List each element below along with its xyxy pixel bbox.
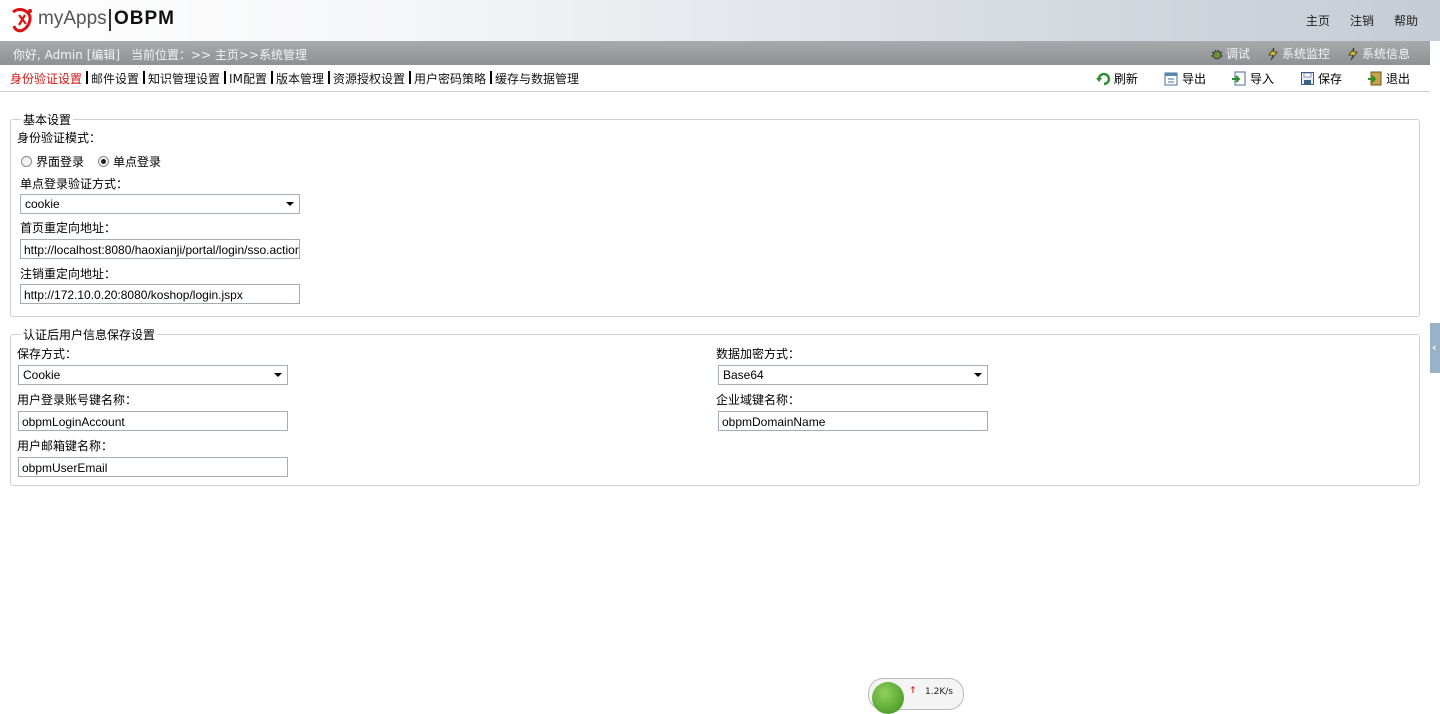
encrypt-mode-select[interactable]: Base64 <box>718 365 988 385</box>
breadcrumb: 当前位置：>> 主页>>系统管理 <box>131 48 308 62</box>
nav-help-link[interactable]: 帮助 <box>1394 12 1418 29</box>
account-key-input[interactable]: obpmLoginAccount <box>18 411 288 431</box>
refresh-icon <box>1095 72 1110 86</box>
tab-bar: 身份验证设置 邮件设置 知识管理设置 IM配置 版本管理 资源授权设置 用户密码… <box>0 65 1430 92</box>
system-links: 调试 系统监控 系统信息 <box>1210 45 1410 62</box>
lightning-icon <box>1348 47 1358 60</box>
basic-settings-legend: 基本设置 <box>21 111 74 128</box>
save-mode-select[interactable]: Cookie <box>18 365 288 385</box>
tab-auth-settings[interactable]: 身份验证设置 <box>10 70 82 87</box>
tab-divider <box>270 71 273 84</box>
nav-logout-link[interactable]: 注销 <box>1350 12 1374 29</box>
settings-tabs: 身份验证设置 邮件设置 知识管理设置 IM配置 版本管理 资源授权设置 用户密码… <box>10 70 579 87</box>
save-label: 保存 <box>1317 72 1342 86</box>
nav-home-link[interactable]: 主页 <box>1306 12 1330 29</box>
basic-settings-fieldset: 基本设置 身份验证模式： 界面登录 单点登录 单点登录验证方式： cookie … <box>10 111 1420 317</box>
tab-divider <box>490 71 492 84</box>
bug-icon <box>1210 49 1223 59</box>
system-info-link[interactable]: 系统信息 <box>1346 45 1410 62</box>
export-label: 导出 <box>1181 72 1206 86</box>
tab-divider <box>224 71 227 84</box>
status-bar: 你好, Admin [编辑] 当前位置：>> 主页>>系统管理 调试 系统监控 … <box>0 41 1430 65</box>
upload-arrow-icon: ↑ <box>909 686 917 696</box>
radio-sso-login[interactable] <box>98 156 110 167</box>
tab-mail-settings[interactable]: 邮件设置 <box>91 70 139 87</box>
logout-redirect-input[interactable]: http://172.10.0.20:8080/koshop/login.jsp… <box>20 284 300 304</box>
logo-icon <box>12 8 32 33</box>
debug-label: 调试 <box>1225 47 1250 61</box>
network-ball-icon <box>872 682 904 714</box>
tab-cache-data[interactable]: 缓存与数据管理 <box>495 70 579 87</box>
logo-text: myApps <box>38 8 107 29</box>
tab-divider <box>143 71 146 84</box>
exit-button[interactable]: 退出 <box>1367 70 1410 87</box>
export-button[interactable]: 导出 <box>1164 70 1206 87</box>
domain-key-input[interactable]: obpmDomainName <box>718 411 988 431</box>
sso-method-select[interactable]: cookie <box>20 194 300 214</box>
encrypt-mode-value: Base64 <box>723 368 764 382</box>
radio-sso-login-label[interactable]: 单点登录 <box>113 153 161 170</box>
network-speed-widget[interactable]: ↑ 1.2K/s <box>868 678 964 714</box>
sso-method-label: 单点登录验证方式： <box>20 177 129 191</box>
user-greeting[interactable]: 你好, Admin [编辑] <box>13 46 120 63</box>
export-icon <box>1164 72 1178 86</box>
refresh-button[interactable]: 刷新 <box>1095 70 1138 87</box>
logo-divider <box>109 9 111 31</box>
import-label: 导入 <box>1249 72 1274 86</box>
radio-ui-login[interactable] <box>21 156 32 167</box>
system-info-label: 系统信息 <box>1361 47 1410 61</box>
exit-label: 退出 <box>1385 72 1410 86</box>
tab-resource-authorization[interactable]: 资源授权设置 <box>333 70 405 87</box>
tab-divider <box>408 71 411 84</box>
auth-mode-label: 身份验证模式： <box>17 131 102 145</box>
auth-mode-radio-group: 界面登录 单点登录 <box>21 153 161 170</box>
chevron-down-icon <box>274 373 282 377</box>
side-panel-toggle[interactable]: ‹ <box>1430 323 1440 373</box>
save-icon <box>1300 72 1314 85</box>
encrypt-mode-label: 数据加密方式： <box>716 347 801 361</box>
tab-knowledge-settings[interactable]: 知识管理设置 <box>148 70 220 87</box>
chevron-left-icon: ‹ <box>1432 341 1437 354</box>
domain-key-label: 企业域键名称： <box>716 393 801 407</box>
system-monitor-label: 系统监控 <box>1281 47 1330 61</box>
chevron-down-icon <box>974 373 982 377</box>
lightning-icon <box>1268 47 1278 60</box>
radio-ui-login-label[interactable]: 界面登录 <box>36 153 84 170</box>
import-button[interactable]: 导入 <box>1231 70 1274 87</box>
top-nav: 主页 注销 帮助 <box>1306 12 1418 29</box>
home-redirect-input[interactable]: http://localhost:8080/haoxianji/portal/l… <box>20 239 300 259</box>
account-key-label: 用户登录账号键名称： <box>17 393 138 407</box>
save-button[interactable]: 保存 <box>1300 70 1342 87</box>
tab-divider <box>86 71 89 84</box>
save-mode-label: 保存方式： <box>17 347 78 361</box>
import-icon <box>1231 71 1246 86</box>
save-mode-value: Cookie <box>23 368 61 382</box>
refresh-label: 刷新 <box>1113 72 1138 86</box>
logout-redirect-label: 注销重定向地址： <box>20 267 117 281</box>
tab-password-policy[interactable]: 用户密码策略 <box>414 70 486 87</box>
email-key-label: 用户邮箱键名称： <box>17 439 114 453</box>
system-monitor-link[interactable]: 系统监控 <box>1266 45 1330 62</box>
email-key-input[interactable]: obpmUserEmail <box>18 457 288 477</box>
home-redirect-label: 首页重定向地址： <box>20 221 117 235</box>
sso-method-value: cookie <box>25 197 60 211</box>
app-header: myApps OBPM 主页 注销 帮助 <box>0 0 1440 41</box>
debug-link[interactable]: 调试 <box>1210 45 1250 62</box>
tab-version-management[interactable]: 版本管理 <box>276 70 324 87</box>
tab-divider <box>327 71 330 84</box>
chevron-down-icon <box>286 202 294 206</box>
tab-im-config[interactable]: IM配置 <box>229 70 267 87</box>
logo-product: OBPM <box>114 8 175 29</box>
storage-legend: 认证后用户信息保存设置 <box>21 326 158 343</box>
exit-icon <box>1367 71 1382 86</box>
toolbar: 刷新 导出 导入 保存 退出 <box>1095 70 1410 87</box>
user-info-storage-fieldset: 认证后用户信息保存设置 保存方式： Cookie 数据加密方式： Base64 … <box>10 326 1420 486</box>
